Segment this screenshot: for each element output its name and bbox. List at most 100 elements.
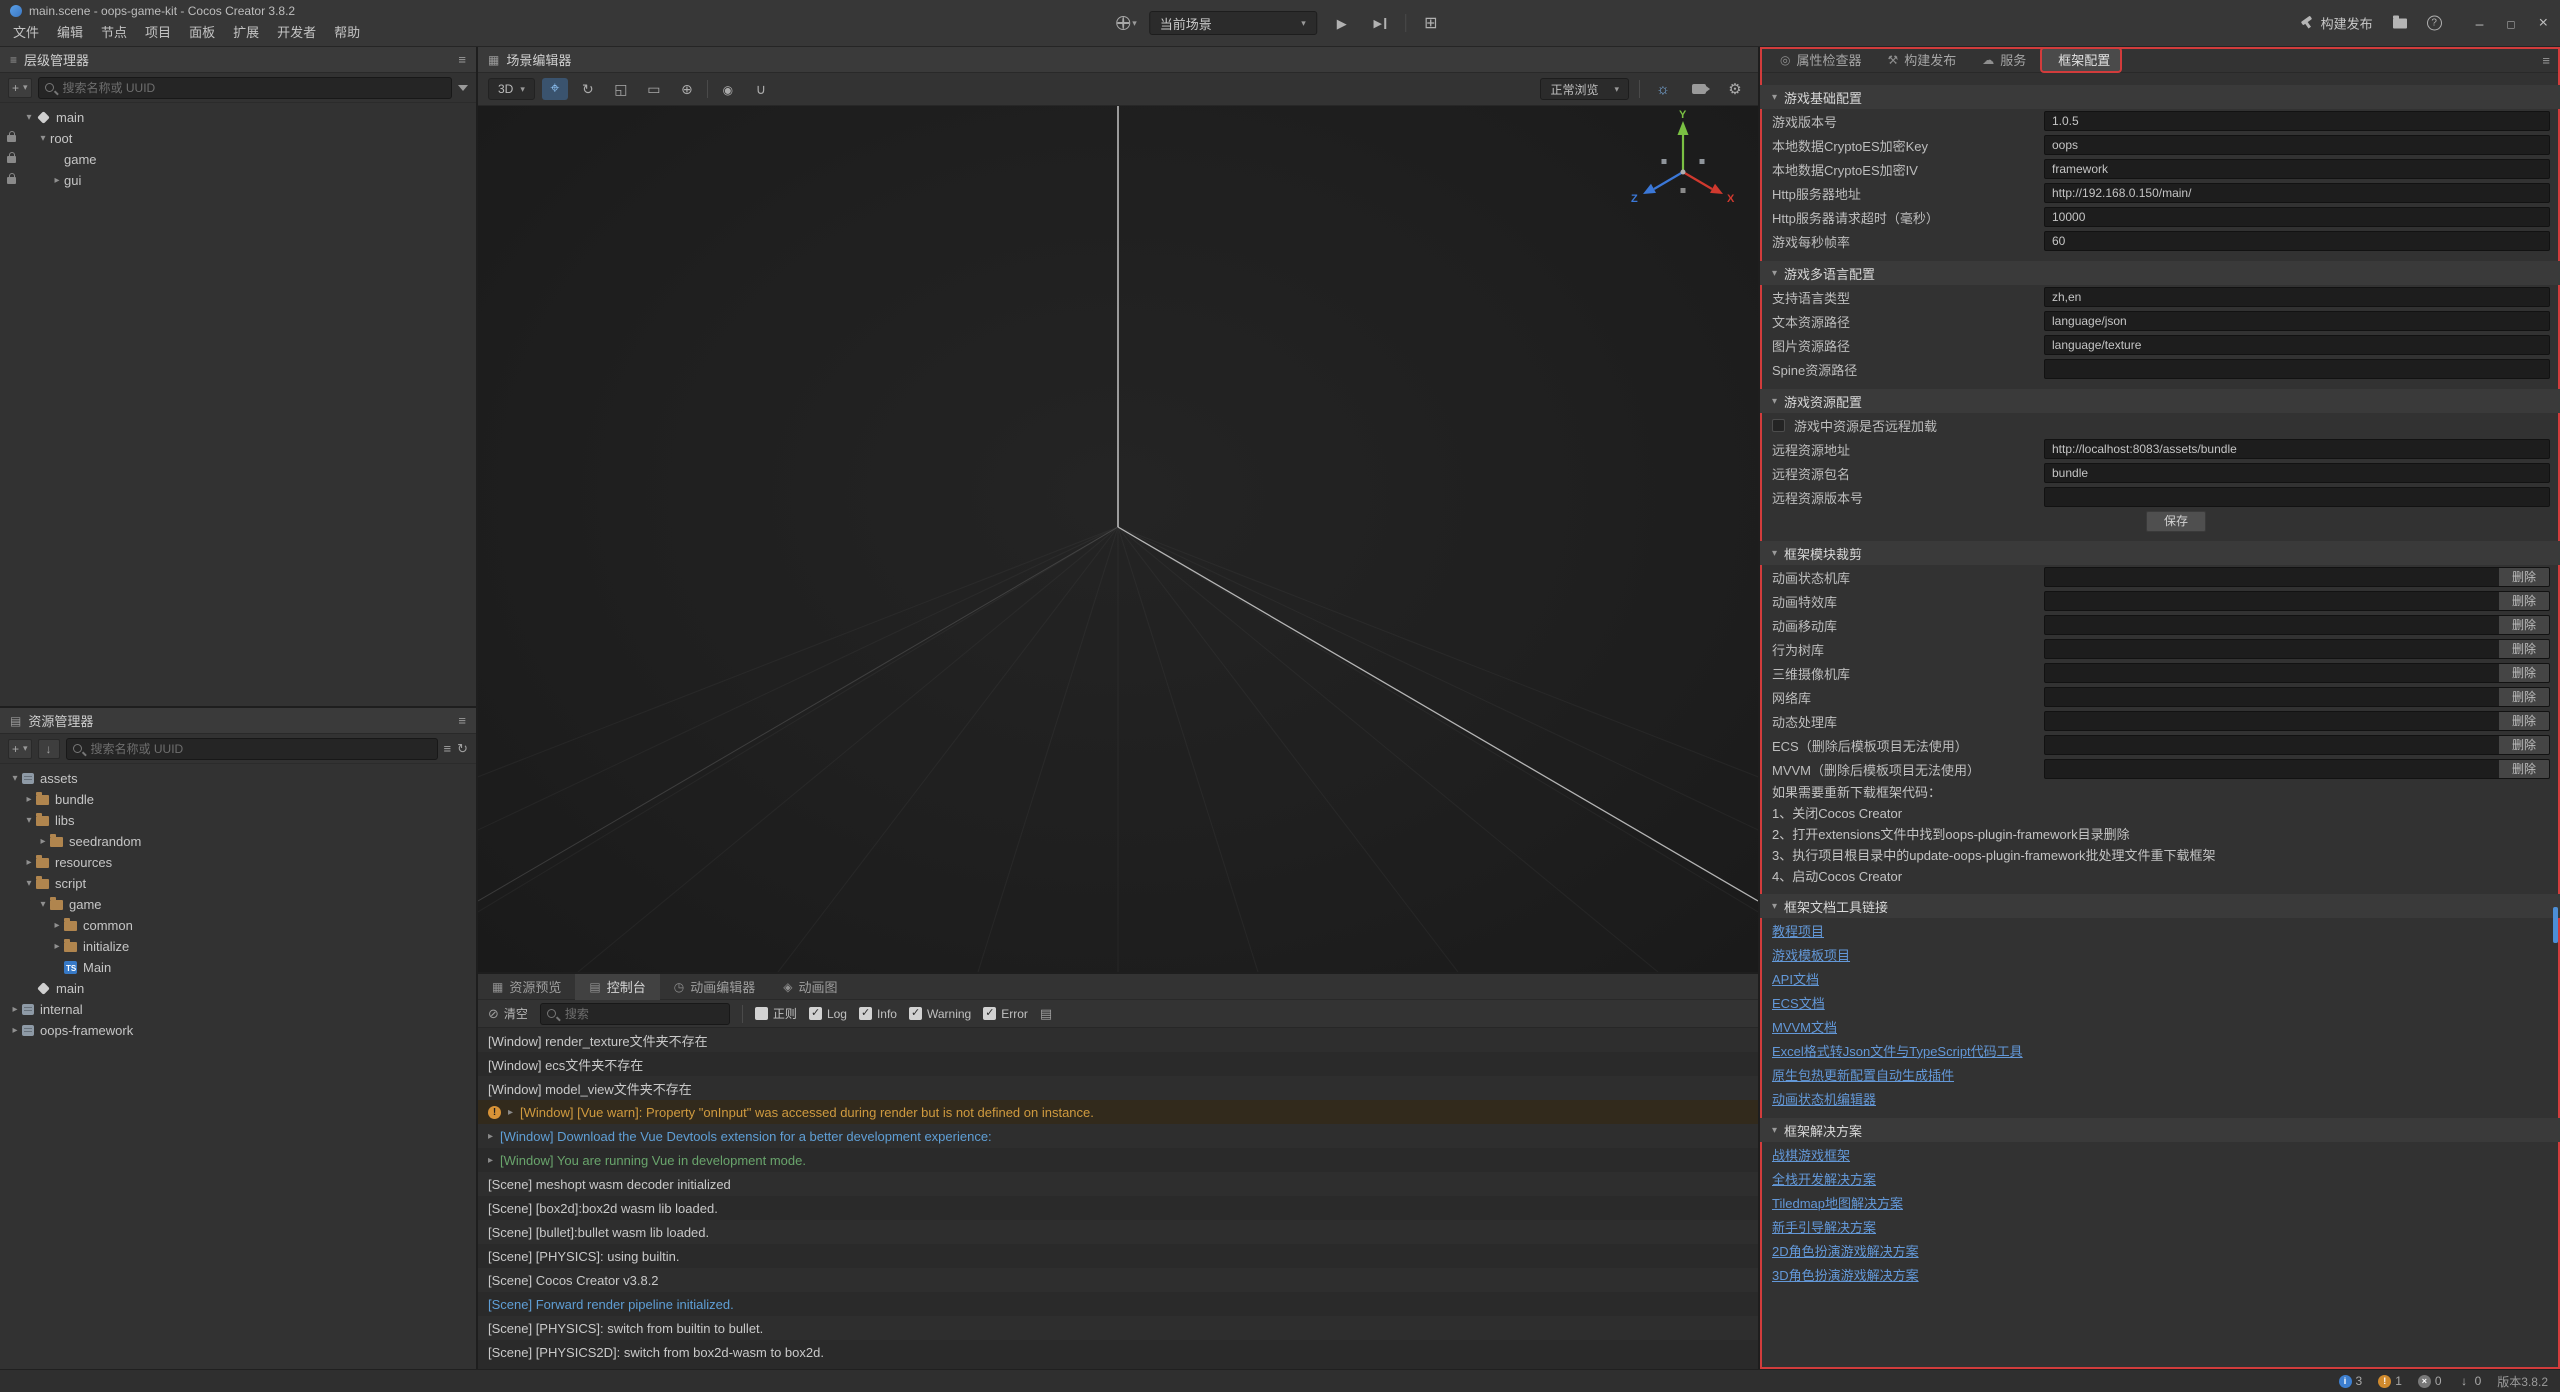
console-log-row[interactable]: [Scene] Forward render pipeline initiali… [478, 1292, 1758, 1316]
panel-menu-icon[interactable] [458, 713, 466, 728]
expand-toggle-icon[interactable] [50, 175, 64, 186]
asset-node[interactable]: resources [0, 852, 476, 873]
filter-icon[interactable] [458, 85, 468, 91]
console-log-row[interactable]: [Window] You are running Vue in developm… [478, 1148, 1758, 1172]
console-log-row[interactable]: [Scene] [PHYSICS]: using builtin. [478, 1244, 1758, 1268]
console-log-row[interactable]: [Window] model_view文件夹不存在 [478, 1076, 1758, 1100]
play-button[interactable] [1329, 12, 1355, 34]
inspector-row[interactable]: 保存 [1760, 509, 2560, 533]
inspector-row[interactable]: Excel格式转Json文件与TypeScript代码工具 [1760, 1038, 2560, 1062]
layout-button[interactable] [1418, 12, 1444, 34]
scene-viewport[interactable]: Y X Z [478, 106, 1758, 972]
value-input[interactable]: bundle [2044, 463, 2550, 483]
world-local-toggle[interactable] [715, 78, 741, 100]
inspector-row[interactable]: 三维摄像机库 删除 [1760, 661, 2560, 685]
log-filter-checkbox[interactable]: Error [983, 1007, 1028, 1021]
log-expand-icon[interactable] [488, 1155, 493, 1166]
delete-button[interactable]: 删除 [2499, 592, 2549, 610]
create-asset-button[interactable]: +▾ [8, 739, 32, 759]
expand-toggle-icon[interactable] [22, 878, 36, 889]
inspector-row[interactable]: 动画特效库 删除 [1760, 589, 2560, 613]
lock-icon[interactable] [7, 156, 16, 163]
delete-button[interactable]: 删除 [2499, 736, 2549, 754]
close-button[interactable] [2539, 14, 2548, 32]
value-input[interactable]: 1.0.5 [2044, 111, 2550, 131]
inspector-row[interactable]: 原生包热更新配置自动生成插件 [1760, 1062, 2560, 1086]
camera-settings-button[interactable] [1686, 78, 1712, 100]
console-tab[interactable]: 控制台 [575, 974, 659, 1000]
console-tab[interactable]: 动画编辑器 [660, 974, 770, 1000]
section-chevron-icon[interactable] [1772, 901, 1777, 912]
delete-button[interactable]: 删除 [2499, 664, 2549, 682]
asset-node[interactable]: seedrandom [0, 831, 476, 852]
inspector-row[interactable]: 战棋游戏框架 [1760, 1142, 2560, 1166]
inspector-tab[interactable]: 属性检查器 [1770, 49, 1872, 71]
panel-menu-icon[interactable] [458, 52, 466, 67]
scale-tool-button[interactable] [608, 78, 634, 100]
lock-icon[interactable] [7, 135, 16, 142]
asset-node[interactable]: main [0, 978, 476, 999]
build-publish-button[interactable]: 构建发布 [2300, 14, 2373, 33]
inspector-row[interactable]: 游戏资源配置 [1760, 389, 2560, 413]
value-input[interactable]: language/texture [2044, 335, 2550, 355]
inspector-row[interactable]: 全栈开发解决方案 [1760, 1166, 2560, 1190]
inspector-row[interactable]: MVVM（删除后模板项目无法使用） 删除 [1760, 757, 2560, 781]
delete-button[interactable]: 删除 [2499, 760, 2549, 778]
menu-item[interactable]: 扩展 [224, 19, 268, 44]
axis-gizmo[interactable]: Y X Z [1623, 108, 1743, 228]
expand-toggle-icon[interactable] [50, 941, 64, 952]
inspector-row[interactable]: 文本资源路径 language/json [1760, 309, 2560, 333]
move-tool-button[interactable] [542, 78, 568, 100]
inspector-row[interactable]: 游戏模板项目 [1760, 942, 2560, 966]
scrollbar-thumb[interactable] [2553, 907, 2558, 943]
asset-node[interactable]: game [0, 894, 476, 915]
section-chevron-icon[interactable] [1772, 92, 1777, 103]
checkbox[interactable] [909, 1007, 922, 1020]
asset-node[interactable]: internal [0, 999, 476, 1020]
log-filter-checkbox[interactable]: Log [809, 1007, 847, 1021]
assets-search-input[interactable] [91, 742, 437, 756]
delete-button[interactable]: 删除 [2499, 568, 2549, 586]
import-asset-button[interactable] [38, 739, 60, 759]
download-badge[interactable]: 0 [2458, 1374, 2482, 1388]
delete-button[interactable]: 删除 [2499, 688, 2549, 706]
console-log-row[interactable]: [Window] ecs文件夹不存在 [478, 1052, 1758, 1076]
create-node-button[interactable]: +▾ [8, 78, 32, 98]
console-log-row[interactable]: [Window] render_texture文件夹不存在 [478, 1028, 1758, 1052]
hierarchy-search-input[interactable] [63, 81, 451, 95]
inspector-row[interactable]: 游戏多语言配置 [1760, 261, 2560, 285]
regex-checkbox-label[interactable]: 正则 [755, 1005, 797, 1022]
inspector-row[interactable]: 框架文档工具链接 [1760, 894, 2560, 918]
section-chevron-icon[interactable] [1772, 548, 1777, 559]
inspector-row[interactable]: 游戏每秒帧率 60 [1760, 229, 2560, 253]
expand-toggle-icon[interactable] [36, 836, 50, 847]
console-log-row[interactable]: [Scene] [PHYSICS]: switch from builtin t… [478, 1316, 1758, 1340]
help-icon[interactable] [2427, 16, 2442, 31]
inspector-row[interactable]: 动态处理库 删除 [1760, 709, 2560, 733]
checkbox[interactable] [809, 1007, 822, 1020]
inspector-row[interactable]: Http服务器地址 http://192.168.0.150/main/ [1760, 181, 2560, 205]
hierarchy-node[interactable]: gui [0, 170, 476, 191]
rect-tool-button[interactable] [641, 78, 667, 100]
section-chevron-icon[interactable] [1772, 268, 1777, 279]
inspector-row[interactable]: 4、启动Cocos Creator [1760, 865, 2560, 886]
expand-toggle-icon[interactable] [36, 899, 50, 910]
inspector-row[interactable]: ECS（删除后模板项目无法使用） 删除 [1760, 733, 2560, 757]
console-log-row[interactable]: [Scene] [box2d]:box2d wasm lib loaded. [478, 1196, 1758, 1220]
expand-toggle-icon[interactable] [36, 133, 50, 144]
inspector-row[interactable]: 游戏中资源是否远程加载 [1760, 413, 2560, 437]
asset-node[interactable]: initialize [0, 936, 476, 957]
inspector-row[interactable]: 远程资源版本号 [1760, 485, 2560, 509]
hierarchy-node[interactable]: root [0, 128, 476, 149]
asset-node[interactable]: oops-framework [0, 1020, 476, 1041]
sort-icon[interactable] [444, 740, 452, 758]
lighting-toggle[interactable] [1650, 78, 1676, 100]
expand-toggle-icon[interactable] [22, 815, 36, 826]
value-input[interactable]: http://localhost:8083/assets/bundle [2044, 439, 2550, 459]
value-input[interactable]: 60 [2044, 231, 2550, 251]
anchor-tool-button[interactable] [674, 78, 700, 100]
console-tab[interactable]: 动画图 [769, 974, 851, 1000]
inspector-row[interactable]: 游戏基础配置 [1760, 85, 2560, 109]
projection-3d-button[interactable]: 3D ▾ [488, 78, 535, 100]
panel-menu-icon[interactable] [2542, 53, 2550, 68]
